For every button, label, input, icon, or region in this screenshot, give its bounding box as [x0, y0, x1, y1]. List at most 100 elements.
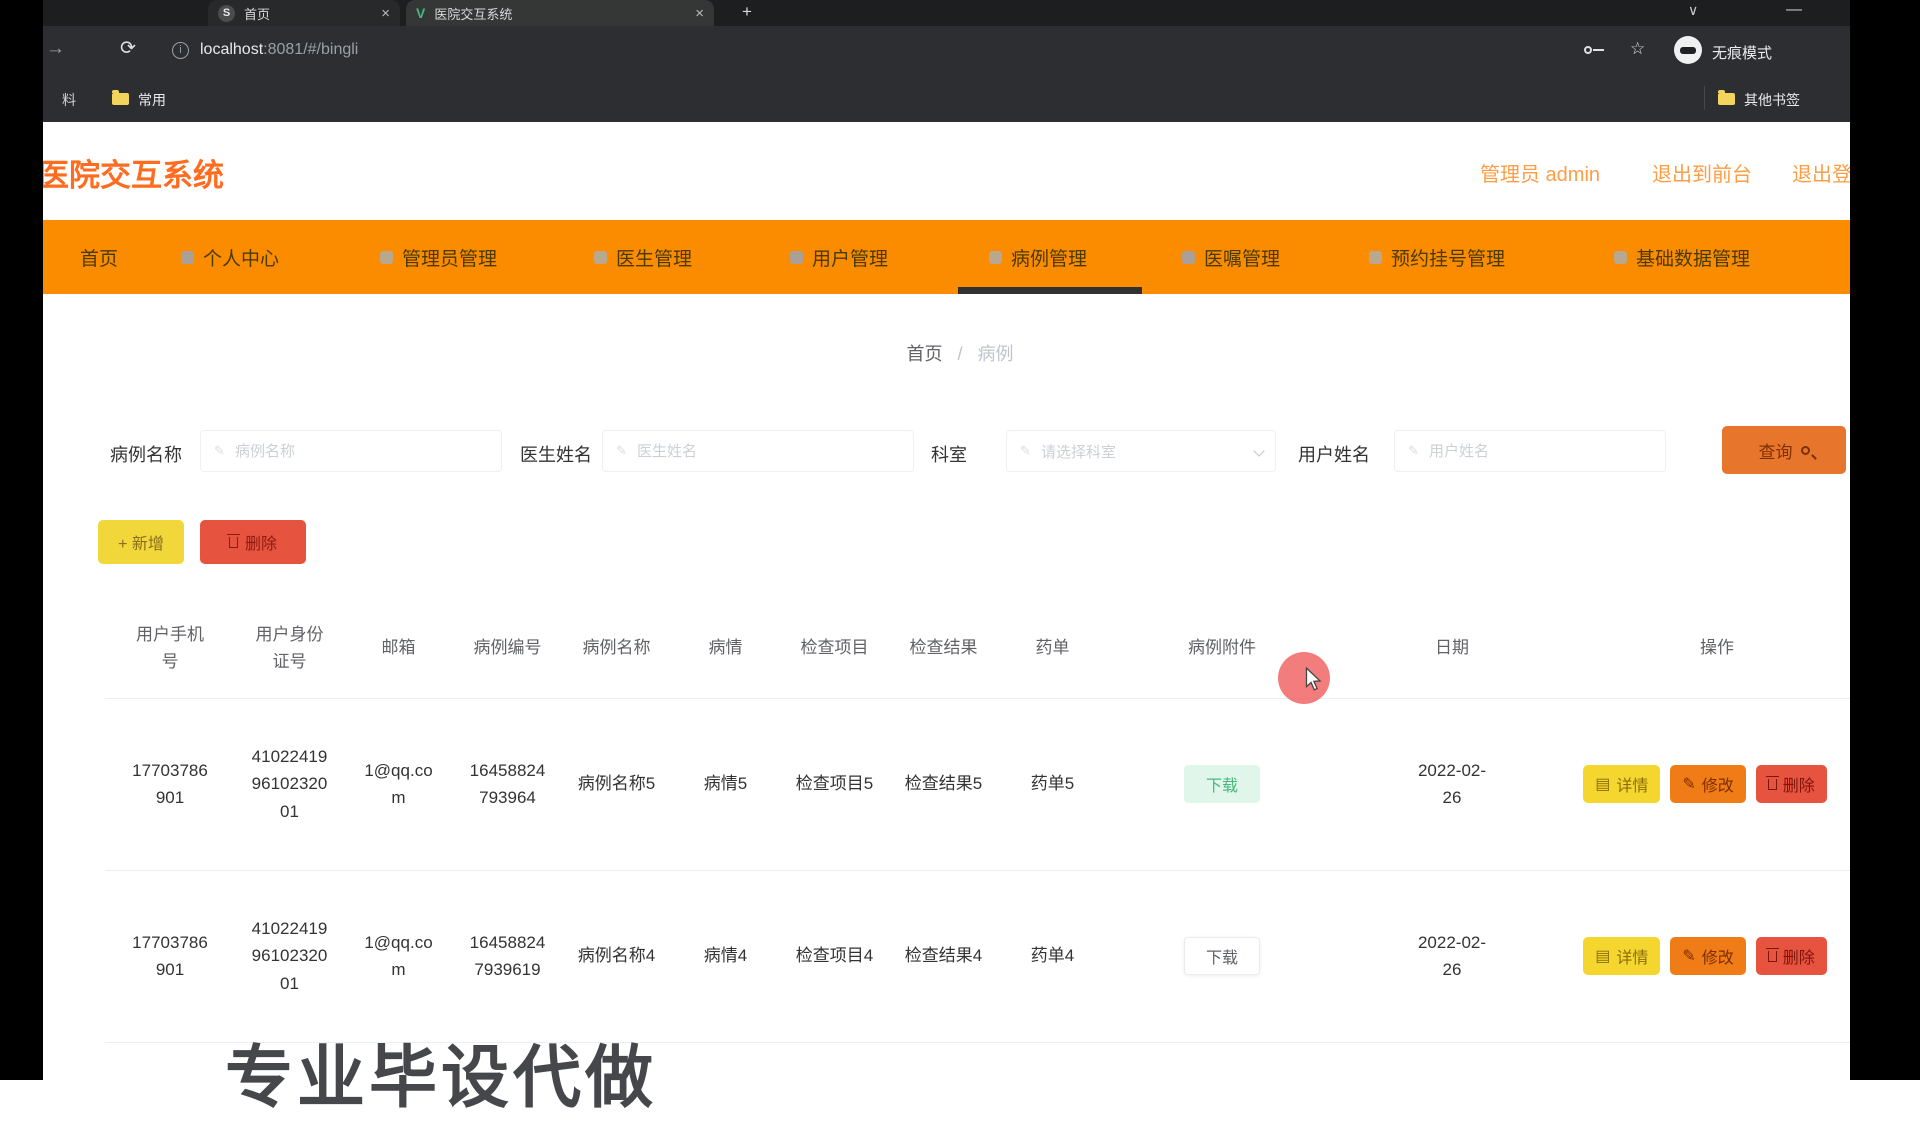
- select-placeholder: 请选择科室: [1041, 441, 1116, 462]
- department-label: 科室: [931, 441, 967, 467]
- bookmarks-divider: [1704, 86, 1705, 110]
- department-select[interactable]: 请选择科室: [1006, 430, 1276, 472]
- row-actions: ▤详情 ✎修改 删除: [1555, 765, 1855, 803]
- watermark-text: 专业毕设代做: [225, 1022, 657, 1121]
- close-icon[interactable]: ×: [381, 5, 390, 22]
- input-prefix-icon: ✎: [214, 443, 225, 459]
- bookmark-partial-label[interactable]: 料: [62, 90, 76, 110]
- case-icon: [989, 251, 1002, 264]
- chevron-down-icon: [1253, 445, 1264, 456]
- col-case-name: 病例名称: [562, 634, 671, 661]
- cell-case-name: 病例名称4: [578, 942, 656, 969]
- address-bar[interactable]: localhost:8081/#/bingli: [200, 41, 358, 59]
- detail-icon: ▤: [1595, 946, 1610, 966]
- incognito-icon: [1674, 36, 1702, 64]
- user-name-label: 用户姓名: [1298, 441, 1370, 467]
- nav-label: 医嘱管理: [1204, 244, 1280, 271]
- doctor-icon: [594, 251, 607, 264]
- browser-tab-home[interactable]: S 首页 ×: [208, 0, 400, 26]
- order-icon: [1182, 251, 1195, 264]
- nav-item-home[interactable]: 首页: [80, 220, 118, 294]
- col-id-card: 用户身份证号: [250, 621, 330, 675]
- url-host: localhost: [200, 41, 263, 58]
- add-button[interactable]: + 新增: [98, 520, 184, 564]
- case-name-input[interactable]: [200, 430, 502, 472]
- breadcrumb-separator: /: [957, 344, 962, 364]
- cell-illness: 病情4: [687, 942, 765, 969]
- url-path: :8081/#/bingli: [263, 41, 358, 58]
- row-delete-button[interactable]: 删除: [1756, 765, 1827, 803]
- bookmark-folder-common[interactable]: 常用: [138, 90, 166, 110]
- search-icon: [1801, 446, 1810, 455]
- exit-to-front-link[interactable]: 退出到前台: [1652, 158, 1752, 187]
- col-illness: 病情: [671, 634, 780, 661]
- cell-date: 2022-02-26: [1414, 757, 1490, 811]
- active-nav-underline: [958, 287, 1142, 294]
- window-minimize-icon[interactable]: —: [1786, 1, 1802, 19]
- admin-user-link[interactable]: 管理员 admin: [1480, 158, 1600, 187]
- delete-button[interactable]: 删除: [200, 520, 306, 564]
- nav-item-case-management[interactable]: 病例管理: [989, 220, 1087, 294]
- download-button[interactable]: 下载: [1184, 765, 1260, 803]
- nav-item-appointment-management[interactable]: 预约挂号管理: [1369, 220, 1505, 294]
- edit-label: 修改: [1702, 772, 1734, 796]
- table-row: 17703786901 410224199610232001 1@qq.com …: [105, 870, 1867, 1042]
- input-prefix-icon: ✎: [616, 443, 627, 459]
- input-prefix-icon: ✎: [1408, 443, 1419, 459]
- doctor-name-label: 医生姓名: [520, 441, 592, 467]
- detail-button[interactable]: ▤详情: [1583, 937, 1660, 975]
- nav-label: 预约挂号管理: [1391, 244, 1505, 271]
- breadcrumb-home[interactable]: 首页: [906, 344, 942, 364]
- cell-id-card: 410224199610232001: [251, 915, 329, 997]
- cell-check-item: 检查项目5: [796, 770, 874, 797]
- nav-label: 个人中心: [203, 244, 279, 271]
- mouse-cursor-icon: [1300, 666, 1326, 692]
- nav-item-personal-center[interactable]: 个人中心: [181, 220, 279, 294]
- database-icon: [1614, 251, 1627, 264]
- col-actions: 操作: [1567, 634, 1867, 661]
- forward-icon[interactable]: →: [46, 38, 65, 60]
- cell-date: 2022-02-26: [1414, 929, 1490, 983]
- detail-button[interactable]: ▤详情: [1583, 765, 1660, 803]
- nav-item-doctor-management[interactable]: 医生管理: [594, 220, 692, 294]
- edit-button[interactable]: ✎修改: [1670, 937, 1745, 975]
- query-button[interactable]: 查询: [1722, 426, 1846, 474]
- doctor-name-input[interactable]: [602, 430, 914, 472]
- close-icon[interactable]: ×: [695, 5, 704, 22]
- admin-icon: [380, 251, 393, 264]
- other-bookmarks[interactable]: 其他书签: [1744, 90, 1800, 110]
- nav-label: 医生管理: [616, 244, 692, 271]
- nav-label: 病例管理: [1011, 244, 1087, 271]
- plus-icon: +: [118, 536, 127, 553]
- tab-title: 医院交互系统: [434, 4, 686, 23]
- row-actions: ▤详情 ✎修改 删除: [1555, 937, 1855, 975]
- row-delete-button[interactable]: 删除: [1756, 937, 1827, 975]
- users-icon: [790, 251, 803, 264]
- browser-tab-hospital-system[interactable]: V 医院交互系统 ×: [406, 0, 714, 26]
- bookmark-star-icon[interactable]: ☆: [1630, 39, 1645, 59]
- col-check-item: 检查项目: [780, 634, 889, 661]
- trash-icon: [1768, 951, 1777, 962]
- col-case-no: 病例编号: [453, 634, 562, 661]
- download-button[interactable]: 下载: [1184, 937, 1260, 975]
- window-menu-icon[interactable]: ∨: [1688, 2, 1698, 19]
- site-info-icon[interactable]: i: [172, 42, 189, 59]
- cases-table: 用户手机号 用户身份证号 邮箱 病例编号 病例名称 病情 检查项目 检查结果 药…: [105, 598, 1867, 1043]
- site-header: 医院交互系统 管理员 admin 退出到前台 退出登录: [0, 122, 1920, 220]
- nav-label: 基础数据管理: [1636, 244, 1750, 271]
- nav-item-base-data-management[interactable]: 基础数据管理: [1614, 220, 1750, 294]
- edit-button[interactable]: ✎修改: [1670, 765, 1745, 803]
- col-prescription: 药单: [998, 634, 1107, 661]
- new-tab-icon[interactable]: +: [742, 2, 752, 22]
- password-key-icon[interactable]: [1584, 46, 1592, 54]
- letterbox-right: [1850, 0, 1920, 1080]
- nav-item-admin-management[interactable]: 管理员管理: [380, 220, 497, 294]
- cell-check-result: 检查结果5: [905, 770, 983, 797]
- nav-item-user-management[interactable]: 用户管理: [790, 220, 888, 294]
- edit-icon: ✎: [1682, 946, 1695, 966]
- refresh-icon[interactable]: ⟳: [120, 37, 136, 60]
- nav-item-medical-order-management[interactable]: 医嘱管理: [1182, 220, 1280, 294]
- cell-check-item: 检查项目4: [796, 942, 874, 969]
- user-name-input[interactable]: [1394, 430, 1666, 472]
- letterbox-left: [0, 0, 43, 1080]
